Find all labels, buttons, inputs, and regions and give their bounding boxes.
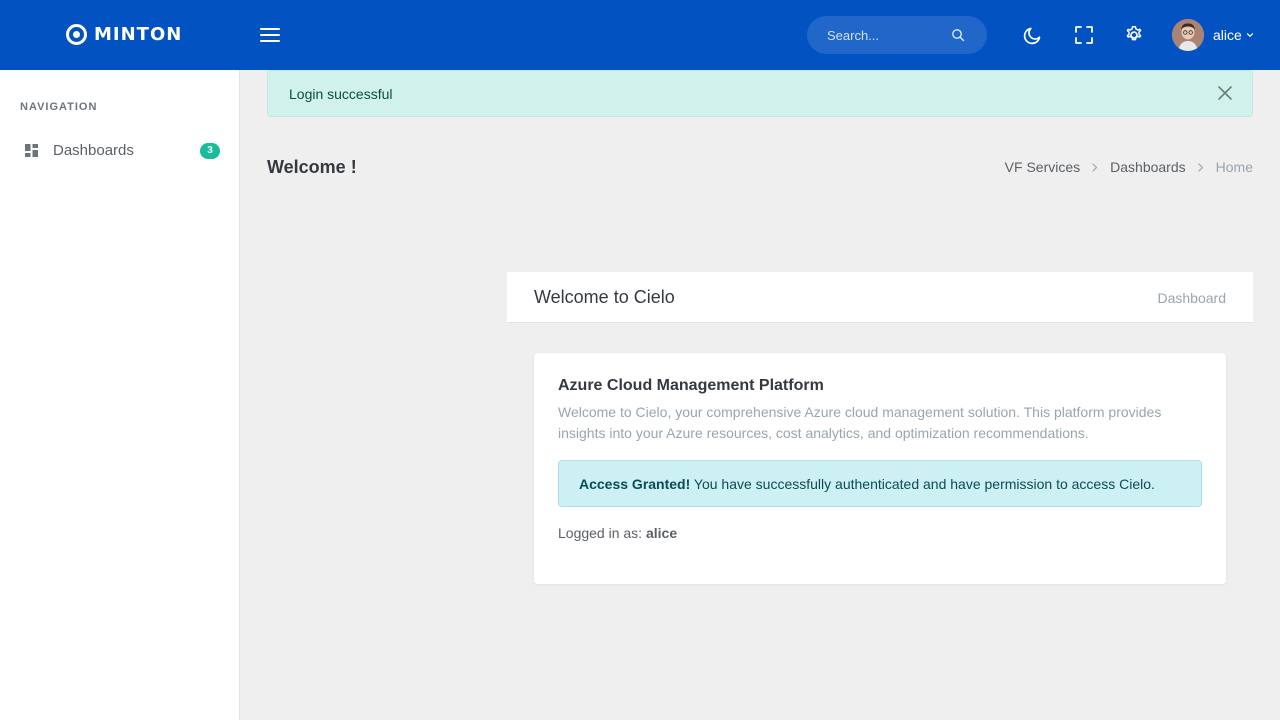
breadcrumb-item-vf-services[interactable]: VF Services bbox=[1005, 159, 1080, 175]
alert-message: Login successful bbox=[289, 86, 393, 102]
fullscreen-icon[interactable] bbox=[1073, 24, 1095, 46]
brand-name: MINTON bbox=[94, 24, 183, 45]
count-badge: 3 bbox=[200, 143, 220, 159]
avatar bbox=[1172, 19, 1204, 51]
user-menu[interactable]: alice bbox=[1172, 19, 1254, 51]
breadcrumb-item-home: Home bbox=[1215, 159, 1253, 175]
access-message: Access Granted! You have successfully au… bbox=[579, 476, 1155, 492]
sidebar: NAVIGATION Dashboards 3 bbox=[0, 70, 240, 720]
search-icon[interactable] bbox=[951, 28, 965, 42]
breadcrumb: VF Services Dashboards Home bbox=[1005, 159, 1253, 175]
chevron-right-icon bbox=[1092, 162, 1098, 172]
login-success-alert: Login successful bbox=[267, 70, 1253, 117]
welcome-subtitle: Dashboard bbox=[1157, 290, 1227, 306]
page-title: Welcome ! bbox=[267, 157, 357, 177]
logged-in-info: Logged in as: alice bbox=[558, 525, 677, 541]
card-description: Welcome to Cielo, your comprehensive Azu… bbox=[558, 404, 1162, 441]
search-input[interactable] bbox=[827, 16, 952, 54]
brand-logo[interactable]: MINTON bbox=[66, 24, 182, 45]
breadcrumb-item-dashboards[interactable]: Dashboards bbox=[1110, 159, 1186, 175]
logged-in-label: Logged in as: bbox=[558, 525, 646, 541]
dashboard-icon bbox=[25, 144, 38, 157]
chevron-down-icon bbox=[1246, 33, 1253, 37]
access-strong: Access Granted! bbox=[579, 476, 691, 492]
logo-icon bbox=[66, 24, 87, 45]
logged-in-user: alice bbox=[645, 525, 678, 541]
close-icon[interactable] bbox=[1217, 85, 1233, 101]
sidebar-item-dashboards[interactable]: Dashboards 3 bbox=[0, 132, 240, 170]
topbar: MINTON alice bbox=[0, 0, 1280, 70]
welcome-header: Welcome to Cielo Dashboard bbox=[507, 272, 1253, 323]
welcome-title: Welcome to Cielo bbox=[534, 287, 675, 307]
card-title: Azure Cloud Management Platform bbox=[558, 377, 824, 394]
nav-section-title: NAVIGATION bbox=[20, 101, 98, 113]
user-name: alice bbox=[1213, 27, 1242, 43]
sidebar-item-label: Dashboards bbox=[53, 142, 134, 159]
gear-icon[interactable] bbox=[1123, 24, 1145, 46]
access-granted-alert: Access Granted! You have successfully au… bbox=[558, 460, 1202, 507]
moon-icon[interactable] bbox=[1022, 24, 1044, 46]
platform-card: Azure Cloud Management Platform Welcome … bbox=[534, 353, 1226, 584]
access-text: You have successfully authenticated and … bbox=[690, 476, 1155, 492]
hamburger-menu-icon[interactable] bbox=[258, 25, 282, 45]
chevron-right-icon bbox=[1198, 162, 1203, 172]
